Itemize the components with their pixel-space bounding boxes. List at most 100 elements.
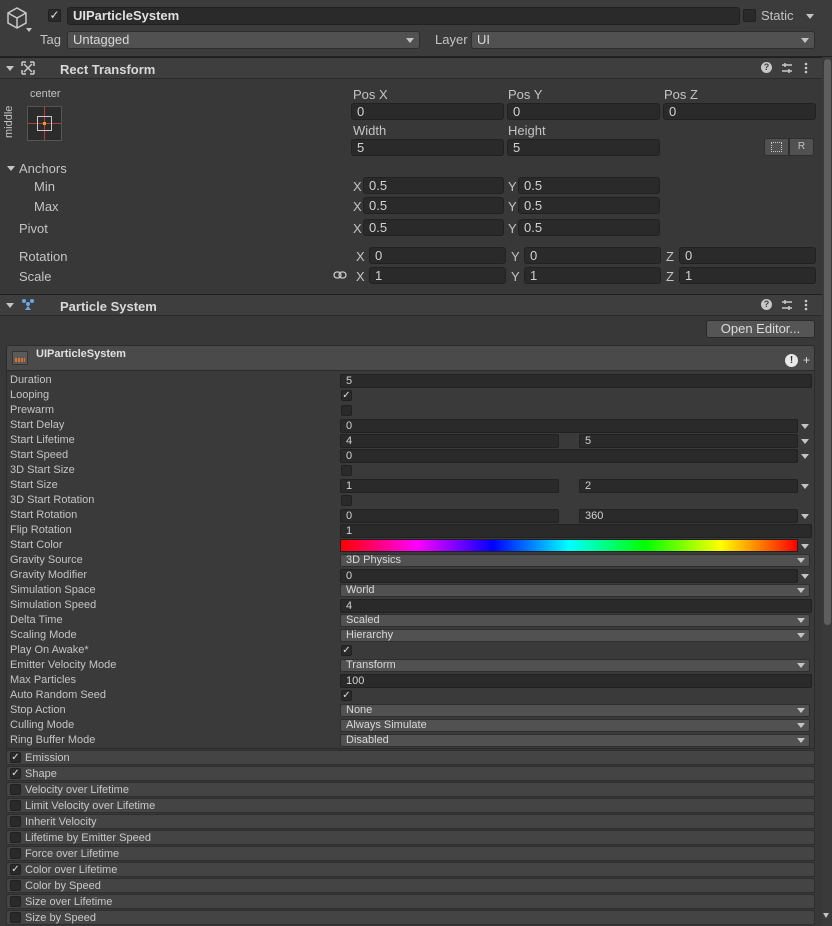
- active-checkbox[interactable]: ✓: [48, 9, 61, 22]
- module-enable-checkbox[interactable]: [10, 880, 21, 891]
- anchors-foldout-arrow-icon[interactable]: [7, 166, 15, 171]
- ring-buffer-mode-dropdown[interactable]: Disabled: [340, 734, 810, 747]
- static-dropdown-arrow[interactable]: [806, 14, 814, 19]
- start-lifetime-max-field[interactable]: 5: [579, 434, 798, 448]
- module-enable-checkbox[interactable]: ✓: [10, 768, 21, 779]
- rot-z-field[interactable]: 0: [679, 247, 816, 264]
- module-enable-checkbox[interactable]: [10, 816, 21, 827]
- module-enable-checkbox[interactable]: [10, 912, 21, 923]
- pivot-x-field[interactable]: 0.5: [363, 219, 504, 236]
- max-x-field[interactable]: 0.5: [363, 197, 504, 214]
- start-size-max-field[interactable]: 2: [579, 479, 798, 493]
- start-rotation-max-field[interactable]: 360: [579, 509, 798, 523]
- rot-y-field[interactable]: 0: [524, 247, 661, 264]
- scrollbar-thumb[interactable]: [824, 59, 831, 625]
- gravity-modifier-mode-arrow-icon[interactable]: [801, 574, 809, 579]
- start-size-min-field[interactable]: 1: [340, 479, 559, 493]
- vertical-scrollbar[interactable]: [822, 57, 832, 926]
- help-icon[interactable]: ?: [761, 62, 772, 73]
- object-name-field[interactable]: UIParticleSystem: [67, 7, 740, 25]
- raw-edit-button[interactable]: R: [789, 138, 814, 156]
- open-editor-button[interactable]: Open Editor...: [706, 320, 815, 338]
- presets-icon[interactable]: [781, 299, 793, 311]
- start-size-mode-arrow-icon[interactable]: [801, 484, 809, 489]
- prewarm-checkbox[interactable]: [341, 405, 352, 416]
- warning-info-icon[interactable]: !: [785, 354, 798, 367]
- main-module-header[interactable]: UIParticleSystem ! +: [6, 345, 815, 371]
- start-color-mode-arrow-icon[interactable]: [801, 544, 809, 549]
- gravity-source-dropdown[interactable]: 3D Physics: [340, 554, 810, 567]
- simulation-speed-field[interactable]: 4: [340, 599, 812, 613]
- module-enable-checkbox[interactable]: [10, 800, 21, 811]
- duration-field[interactable]: 5: [340, 374, 812, 388]
- width-field[interactable]: 5: [351, 139, 504, 156]
- foldout-arrow-icon[interactable]: [6, 66, 14, 71]
- link-scale-icon[interactable]: [333, 270, 347, 280]
- pos-x-field[interactable]: 0: [351, 103, 504, 120]
- delta-time-dropdown[interactable]: Scaled: [340, 614, 810, 627]
- scaling-mode-dropdown[interactable]: Hierarchy: [340, 629, 810, 642]
- module-row-size-over-lifetime[interactable]: Size over Lifetime: [6, 894, 815, 909]
- cube-dropdown-arrow[interactable]: [26, 28, 32, 32]
- module-enable-checkbox[interactable]: ✓: [10, 864, 21, 875]
- module-row-force-over-lifetime[interactable]: Force over Lifetime: [6, 846, 815, 861]
- play-on-awake-checkbox[interactable]: ✓: [341, 645, 352, 656]
- start-delay-mode-arrow-icon[interactable]: [801, 424, 809, 429]
- pos-y-field[interactable]: 0: [507, 103, 660, 120]
- pivot-y-field[interactable]: 0.5: [518, 219, 660, 236]
- start-color-gradient[interactable]: [340, 539, 798, 552]
- scroll-down-arrow-icon[interactable]: [823, 913, 829, 918]
- scale-x-field[interactable]: 1: [369, 267, 506, 284]
- min-x-field[interactable]: 0.5: [363, 177, 504, 194]
- auto-random-seed-checkbox[interactable]: ✓: [341, 690, 352, 701]
- particle-system-header[interactable]: Particle System ?: [0, 294, 822, 316]
- blueprint-mode-button[interactable]: [764, 138, 789, 156]
- min-y-field[interactable]: 0.5: [518, 177, 660, 194]
- add-module-icon[interactable]: +: [803, 354, 810, 366]
- help-icon[interactable]: ?: [761, 299, 772, 310]
- module-enable-checkbox[interactable]: ✓: [10, 752, 21, 763]
- simulation-space-dropdown[interactable]: World: [340, 584, 810, 597]
- static-checkbox[interactable]: [743, 9, 756, 22]
- module-enable-checkbox[interactable]: [10, 896, 21, 907]
- scale-z-field[interactable]: 1: [679, 267, 816, 284]
- module-row-size-by-speed[interactable]: Size by Speed: [6, 910, 815, 925]
- module-row-limit-velocity-over-lifetime[interactable]: Limit Velocity over Lifetime: [6, 798, 815, 813]
- tag-dropdown[interactable]: Untagged: [67, 31, 420, 49]
- rot-x-field[interactable]: 0: [369, 247, 506, 264]
- more-menu-icon[interactable]: [804, 298, 808, 312]
- module-enable-checkbox[interactable]: [10, 784, 21, 795]
- more-menu-icon[interactable]: [804, 61, 808, 75]
- start-rotation-3d-checkbox[interactable]: [341, 495, 352, 506]
- scale-y-field[interactable]: 1: [524, 267, 661, 284]
- layer-dropdown[interactable]: UI: [471, 31, 815, 49]
- looping-checkbox[interactable]: ✓: [341, 390, 352, 401]
- module-row-color-by-speed[interactable]: Color by Speed: [6, 878, 815, 893]
- start-rotation-min-field[interactable]: 0: [340, 509, 559, 523]
- start-speed-mode-arrow-icon[interactable]: [801, 454, 809, 459]
- module-row-velocity-over-lifetime[interactable]: Velocity over Lifetime: [6, 782, 815, 797]
- anchor-presets-button[interactable]: [27, 106, 62, 141]
- height-field[interactable]: 5: [507, 139, 660, 156]
- flip-rotation-field[interactable]: 1: [340, 524, 812, 538]
- start-rotation-mode-arrow-icon[interactable]: [801, 514, 809, 519]
- pos-z-field[interactable]: 0: [663, 103, 816, 120]
- module-row-emission[interactable]: ✓ Emission: [6, 750, 815, 765]
- emitter-velocity-mode-dropdown[interactable]: Transform: [340, 659, 810, 672]
- rect-transform-header[interactable]: Rect Transform ?: [0, 57, 822, 79]
- module-enable-checkbox[interactable]: [10, 832, 21, 843]
- module-row-inherit-velocity[interactable]: Inherit Velocity: [6, 814, 815, 829]
- gravity-modifier-field[interactable]: 0: [340, 569, 798, 583]
- start-delay-field[interactable]: 0: [340, 419, 798, 433]
- module-row-shape[interactable]: ✓ Shape: [6, 766, 815, 781]
- start-lifetime-mode-arrow-icon[interactable]: [801, 439, 809, 444]
- start-size-3d-checkbox[interactable]: [341, 465, 352, 476]
- max-y-field[interactable]: 0.5: [518, 197, 660, 214]
- module-enable-checkbox[interactable]: [10, 848, 21, 859]
- module-row-lifetime-by-emitter-speed[interactable]: Lifetime by Emitter Speed: [6, 830, 815, 845]
- gameobject-cube-icon[interactable]: [6, 6, 28, 30]
- foldout-arrow-icon[interactable]: [6, 303, 14, 308]
- max-particles-field[interactable]: 100: [340, 674, 812, 688]
- presets-icon[interactable]: [781, 62, 793, 74]
- culling-mode-dropdown[interactable]: Always Simulate: [340, 719, 810, 732]
